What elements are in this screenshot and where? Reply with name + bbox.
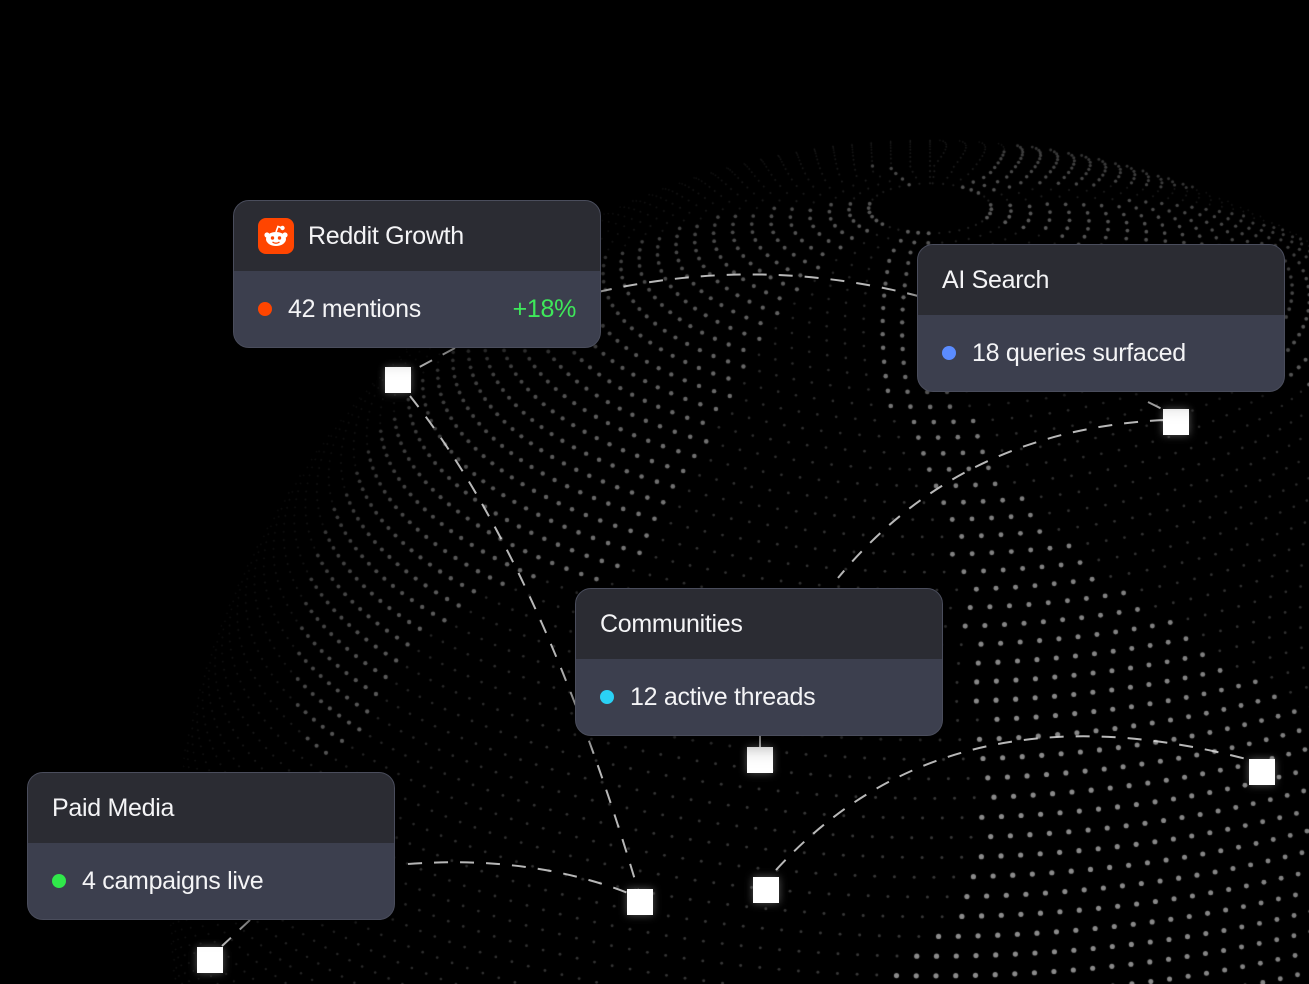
card-title: Communities [600, 609, 743, 638]
card-header: AI Search [918, 245, 1284, 315]
card-title: AI Search [942, 265, 1050, 294]
campaigns-count: 4 campaigns live [82, 866, 264, 895]
queries-count: 18 queries surfaced [972, 338, 1186, 367]
ai-search-card[interactable]: AI Search 18 queries surfaced [917, 244, 1285, 392]
communities-card[interactable]: Communities 12 active threads [575, 588, 943, 736]
card-header: Reddit Growth [234, 201, 600, 271]
network-node [1249, 759, 1275, 785]
status-dot [942, 346, 956, 360]
reddit-growth-card[interactable]: Reddit Growth 42 mentions +18% [233, 200, 601, 348]
network-node [1163, 409, 1189, 435]
mentions-count: 42 mentions [288, 294, 421, 323]
network-node [753, 877, 779, 903]
card-metric-row: 4 campaigns live [28, 843, 394, 919]
card-metric-row: 12 active threads [576, 659, 942, 735]
card-title: Paid Media [52, 793, 175, 822]
card-header: Paid Media [28, 773, 394, 843]
network-node [385, 367, 411, 393]
threads-count: 12 active threads [630, 682, 816, 711]
paid-media-card[interactable]: Paid Media 4 campaigns live [27, 772, 395, 920]
status-dot [600, 690, 614, 704]
growth-change: +18% [512, 294, 577, 323]
card-metric-row: 42 mentions +18% [234, 271, 600, 347]
network-node [197, 947, 223, 973]
network-node [747, 747, 773, 773]
card-title: Reddit Growth [308, 221, 464, 250]
status-dot [52, 874, 66, 888]
card-header: Communities [576, 589, 942, 659]
network-node [627, 889, 653, 915]
network-globe-illustration: Reddit Growth 42 mentions +18% AI Search… [0, 0, 1309, 984]
status-dot [258, 302, 272, 316]
card-metric-row: 18 queries surfaced [918, 315, 1284, 391]
reddit-icon [258, 218, 294, 254]
